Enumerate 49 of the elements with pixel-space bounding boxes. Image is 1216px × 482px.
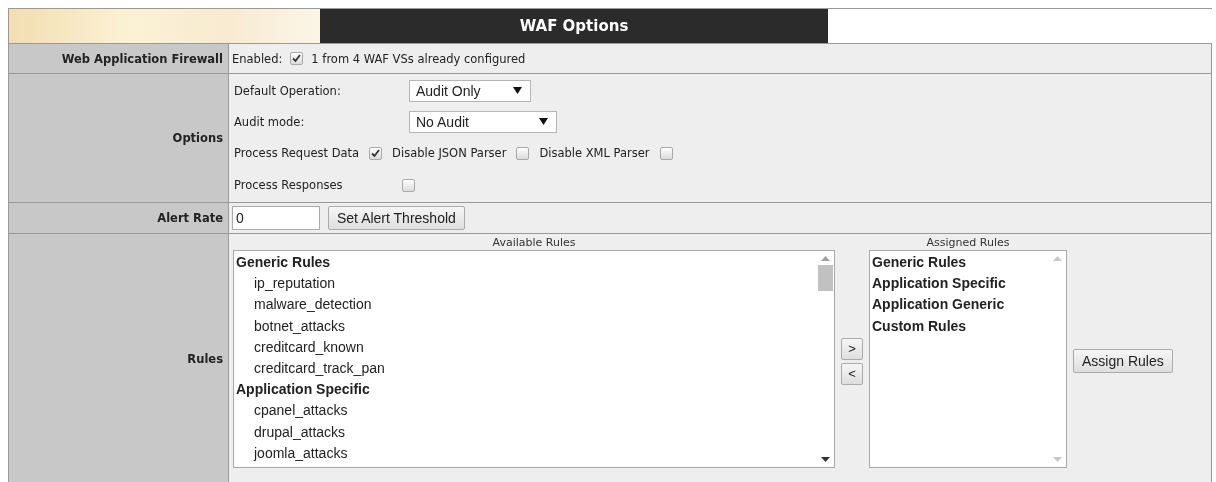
rule-option[interactable]: creditcard_known (236, 336, 815, 358)
checkbox-label: Process Request Data (234, 146, 360, 160)
row-label: Options (172, 131, 223, 145)
list-title: Available Rules (492, 236, 576, 250)
row-label: Rules (187, 352, 223, 366)
rule-group-option[interactable]: Application Specific (236, 379, 815, 401)
rule-option[interactable]: botnet_attacks (236, 315, 815, 337)
checkbox-label: Disable JSON Parser (392, 146, 507, 160)
rule-option[interactable]: ip_reputation (236, 273, 815, 295)
scrollbar-thumb[interactable] (818, 265, 833, 291)
field-label: Audit mode: (234, 114, 306, 129)
scroll-up-icon[interactable] (821, 256, 830, 261)
add-rule-button[interactable]: > (841, 337, 863, 360)
field-label: Enabled: (232, 51, 283, 66)
remove-rule-button[interactable]: < (841, 362, 863, 385)
checkbox-label: Process Responses (234, 178, 344, 192)
checkbox[interactable] (659, 146, 673, 160)
input-field[interactable]: 0 (232, 206, 320, 230)
scroll-down-icon[interactable] (821, 457, 830, 462)
dropdown[interactable]: Audit Only (409, 79, 531, 102)
checkbox[interactable] (402, 178, 415, 192)
rule-listbox[interactable]: Generic Rules ip_reputation malware_detection botnet_attacks creditcard_known creditcard_track_pan Application Specific cpanel_attacks drupal_attacks joomla_attacks (233, 250, 835, 468)
rule-listbox[interactable]: Generic Rules Application Specific Application Generic Custom Rules (869, 250, 1067, 468)
rule-option[interactable]: malware_detection (236, 294, 815, 316)
scroll-up-icon[interactable] (1053, 256, 1062, 261)
dropdown[interactable]: No Audit (409, 110, 557, 133)
caret-icon (513, 87, 522, 94)
assign-rules-button[interactable]: Assign Rules (1073, 349, 1173, 373)
checkbox[interactable] (516, 146, 530, 160)
row-label: Alert Rate (157, 211, 223, 225)
list-title: Assigned Rules (926, 236, 1010, 250)
row-label: Web Application Firewall (61, 51, 223, 66)
rule-option[interactable]: drupal_attacks (236, 421, 815, 443)
caret-icon (539, 118, 548, 125)
rule-group-option[interactable]: Generic Rules (872, 252, 1047, 274)
rule-group-option[interactable]: Application Specific (872, 273, 1047, 295)
rule-option[interactable]: creditcard_track_pan (236, 358, 815, 380)
rule-option[interactable]: cpanel_attacks (236, 400, 815, 422)
field-label: Default Operation: (234, 83, 342, 98)
panel-title: WAF Options (320, 9, 828, 43)
rule-group-option[interactable]: Custom Rules (872, 315, 1047, 337)
set-threshold-button[interactable]: Set Alert Threshold (328, 206, 465, 230)
rule-option[interactable]: joomla_attacks (236, 442, 815, 465)
checkbox[interactable] (369, 146, 383, 160)
checkbox-label: Disable XML Parser (539, 146, 650, 160)
rule-group-option[interactable]: Generic Rules (236, 252, 815, 274)
rule-group-option[interactable]: Application Generic (872, 294, 1047, 316)
checkbox[interactable] (290, 52, 304, 65)
status-text: 1 from 4 WAF VSs already configured (311, 51, 526, 66)
